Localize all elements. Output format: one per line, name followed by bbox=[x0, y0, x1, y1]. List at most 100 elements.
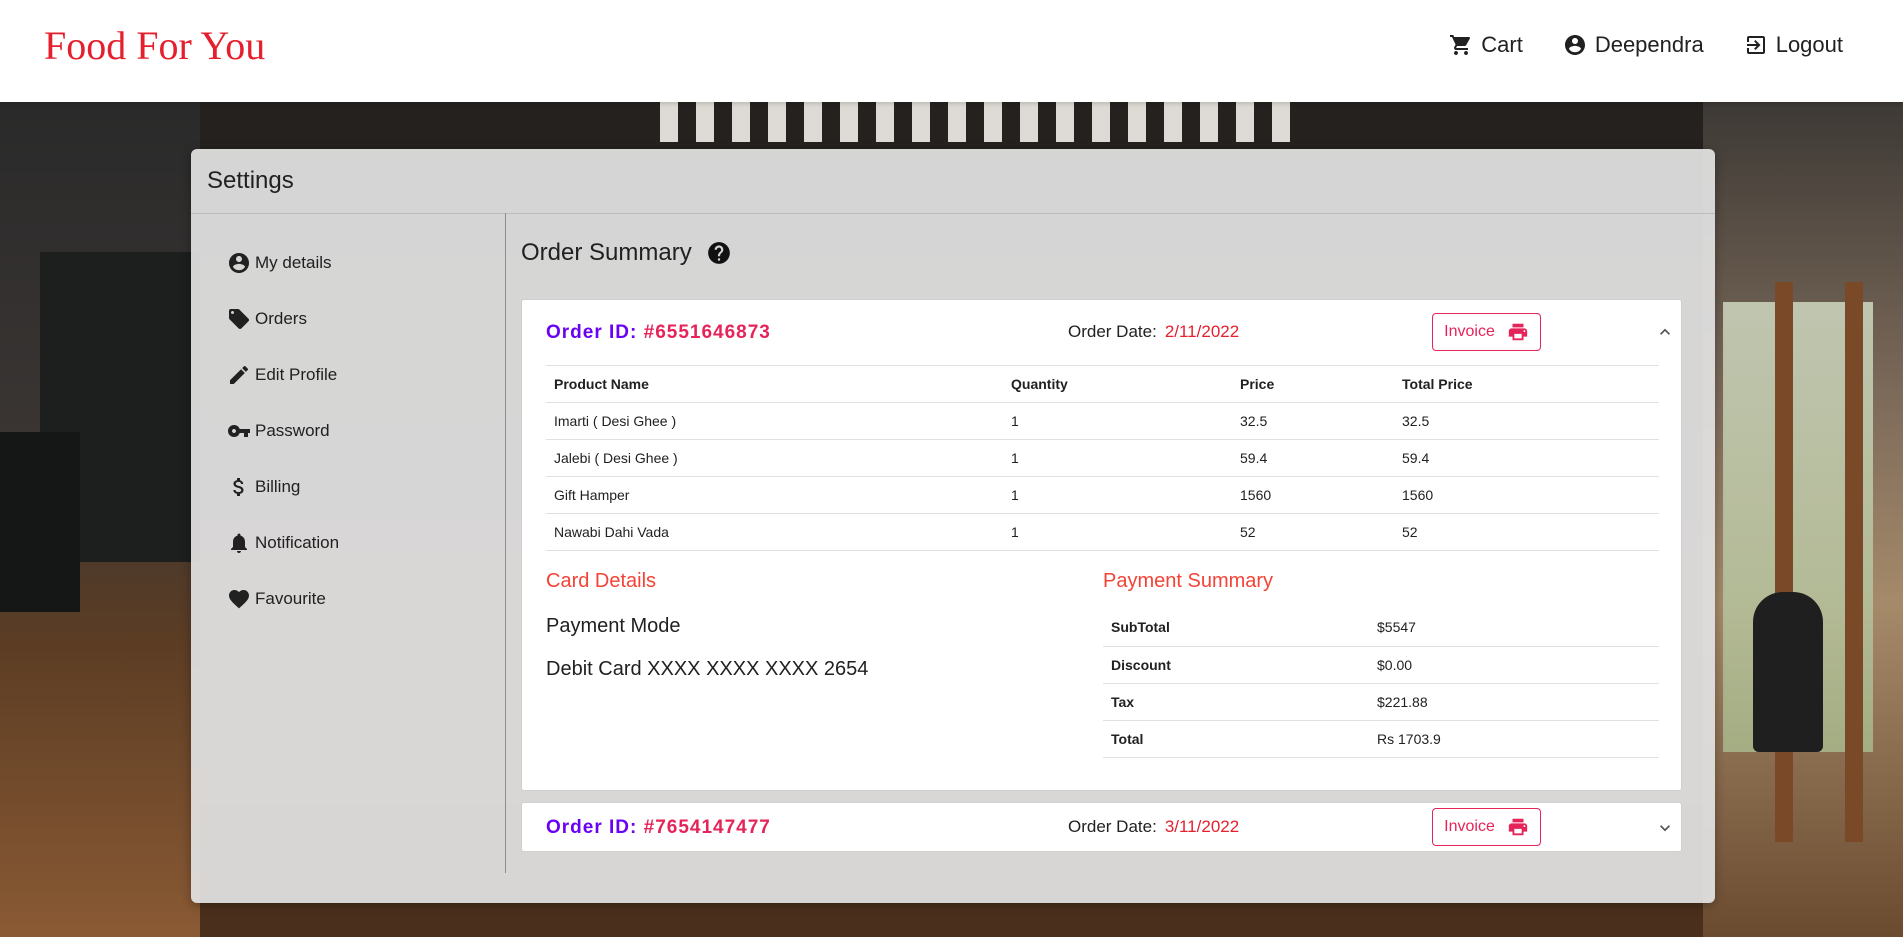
order-summary-heading: Order Summary bbox=[521, 239, 732, 267]
bell-icon bbox=[227, 531, 251, 555]
settings-title: Settings bbox=[207, 167, 294, 194]
summary-value: $0.00 bbox=[1369, 646, 1659, 684]
sidebar-item-label: Password bbox=[255, 421, 330, 440]
card-details-title: Card Details bbox=[546, 570, 657, 592]
sidebar-item-my-details[interactable]: My details bbox=[227, 235, 339, 291]
bg-window-frame bbox=[1845, 282, 1863, 842]
bg-chalkboard-small bbox=[0, 432, 80, 612]
cell-quantity: 1 bbox=[1003, 439, 1232, 477]
nav-cart-label: Cart bbox=[1481, 32, 1523, 57]
divider bbox=[191, 213, 1715, 214]
cell-total-price: 32.5 bbox=[1394, 402, 1659, 440]
order-card: Order ID: #7654147477 Order Date: 3/11/20… bbox=[521, 802, 1682, 852]
cell-total-price: 52 bbox=[1394, 513, 1659, 551]
sidebar-item-label: Orders bbox=[255, 309, 307, 328]
settings-panel: Settings My details Orders Edit Profile … bbox=[191, 149, 1715, 903]
order-id: Order ID: #7654147477 bbox=[546, 817, 771, 839]
cell-quantity: 1 bbox=[1003, 402, 1232, 440]
nav-account[interactable]: Deependra bbox=[1563, 32, 1704, 58]
table-row: Jalebi ( Desi Ghee ) 1 59.4 59.4 bbox=[546, 439, 1659, 477]
column-header: Product Name bbox=[546, 365, 1003, 403]
heart-icon bbox=[227, 587, 251, 611]
cell-quantity: 1 bbox=[1003, 476, 1232, 514]
dollar-icon bbox=[227, 475, 251, 499]
bg-window-frame bbox=[1775, 282, 1793, 842]
invoice-button[interactable]: Invoice bbox=[1432, 808, 1541, 846]
top-nav: Cart Deependra Logout bbox=[1449, 32, 1843, 58]
payment-summary-title: Payment Summary bbox=[1103, 570, 1274, 592]
cell-product-name: Gift Hamper bbox=[546, 476, 1003, 514]
sidebar-item-notification[interactable]: Notification bbox=[227, 515, 339, 571]
payment-mode-value: Debit Card XXXX XXXX XXXX 2654 bbox=[546, 658, 869, 680]
invoice-button-label: Invoice bbox=[1444, 818, 1495, 835]
nav-account-label: Deependra bbox=[1594, 32, 1704, 57]
printer-icon bbox=[1507, 321, 1529, 343]
sidebar-item-billing[interactable]: Billing bbox=[227, 459, 339, 515]
table-row: Total Rs 1703.9 bbox=[1103, 720, 1659, 758]
order-date: Order Date: 2/11/2022 bbox=[1068, 322, 1239, 342]
column-header: Total Price bbox=[1394, 365, 1659, 403]
summary-key: Tax bbox=[1103, 683, 1369, 721]
page-title: Order Summary bbox=[521, 239, 692, 266]
cell-price: 1560 bbox=[1232, 476, 1394, 514]
settings-sidebar: My details Orders Edit Profile Password … bbox=[227, 235, 339, 627]
payment-summary-table: SubTotal $5547 Discount $0.00 Tax $221.8… bbox=[1103, 609, 1659, 758]
summary-key: Discount bbox=[1103, 646, 1369, 684]
sidebar-item-label: Edit Profile bbox=[255, 365, 338, 384]
cell-product-name: Imarti ( Desi Ghee ) bbox=[546, 402, 1003, 440]
sidebar-item-password[interactable]: Password bbox=[227, 403, 339, 459]
table-row: SubTotal $5547 bbox=[1103, 609, 1659, 647]
order-card: Order ID: #6551646873 Order Date: 2/11/20… bbox=[521, 299, 1682, 791]
nav-logout-label: Logout bbox=[1775, 32, 1843, 57]
chevron-down-icon[interactable] bbox=[1655, 818, 1675, 838]
column-header: Price bbox=[1232, 365, 1394, 403]
table-row: Tax $221.88 bbox=[1103, 683, 1659, 721]
order-id-value: #6551646873 bbox=[643, 322, 771, 343]
column-header: Quantity bbox=[1003, 365, 1232, 403]
cell-price: 52 bbox=[1232, 513, 1394, 551]
table-row: Gift Hamper 1 1560 1560 bbox=[546, 476, 1659, 514]
help-icon[interactable] bbox=[706, 240, 732, 266]
cell-quantity: 1 bbox=[1003, 513, 1232, 551]
summary-key: SubTotal bbox=[1103, 609, 1369, 647]
nav-logout[interactable]: Logout bbox=[1744, 32, 1843, 58]
sidebar-item-favourite[interactable]: Favourite bbox=[227, 571, 339, 627]
bg-person bbox=[1753, 592, 1823, 752]
payment-mode-label: Payment Mode bbox=[546, 615, 681, 637]
summary-key: Total bbox=[1103, 720, 1369, 758]
cell-product-name: Jalebi ( Desi Ghee ) bbox=[546, 439, 1003, 477]
nav-cart[interactable]: Cart bbox=[1449, 32, 1523, 58]
order-id-label: Order ID: bbox=[546, 817, 638, 838]
printer-icon bbox=[1507, 816, 1529, 838]
summary-value: $5547 bbox=[1369, 609, 1659, 647]
order-header[interactable]: Order ID: #6551646873 Order Date: 2/11/20… bbox=[522, 300, 1681, 364]
logout-icon bbox=[1744, 33, 1768, 57]
sidebar-item-label: My details bbox=[255, 253, 332, 272]
chevron-up-icon[interactable] bbox=[1655, 322, 1675, 342]
account-icon bbox=[1563, 33, 1587, 57]
pencil-icon bbox=[227, 363, 251, 387]
brand-logo[interactable]: Food For You bbox=[44, 22, 265, 69]
bg-floor bbox=[200, 897, 1703, 937]
divider bbox=[505, 213, 506, 873]
key-icon bbox=[227, 419, 251, 443]
summary-value: $221.88 bbox=[1369, 683, 1659, 721]
table-row: Discount $0.00 bbox=[1103, 646, 1659, 684]
order-date: Order Date: 3/11/2022 bbox=[1068, 817, 1239, 837]
sidebar-item-edit-profile[interactable]: Edit Profile bbox=[227, 347, 339, 403]
sidebar-item-label: Notification bbox=[255, 533, 340, 552]
cell-price: 59.4 bbox=[1232, 439, 1394, 477]
order-header[interactable]: Order ID: #7654147477 Order Date: 3/11/20… bbox=[522, 803, 1681, 853]
payment-summary-section: Payment Summary SubTotal $5547 Discount … bbox=[1103, 570, 1659, 758]
table-row: Imarti ( Desi Ghee ) 1 32.5 32.5 bbox=[546, 402, 1659, 440]
invoice-button-label: Invoice bbox=[1444, 323, 1495, 340]
products-table: Product Name Quantity Price Total Price … bbox=[546, 365, 1659, 551]
invoice-button[interactable]: Invoice bbox=[1432, 313, 1541, 351]
cell-product-name: Nawabi Dahi Vada bbox=[546, 513, 1003, 551]
cell-total-price: 59.4 bbox=[1394, 439, 1659, 477]
card-details-section: Card Details Payment Mode Debit Card XXX… bbox=[546, 570, 1086, 681]
top-navbar: Food For You Cart Deependra Logout bbox=[0, 0, 1903, 102]
tag-icon bbox=[227, 307, 251, 331]
order-id-label: Order ID: bbox=[546, 322, 638, 343]
sidebar-item-orders[interactable]: Orders bbox=[227, 291, 339, 347]
